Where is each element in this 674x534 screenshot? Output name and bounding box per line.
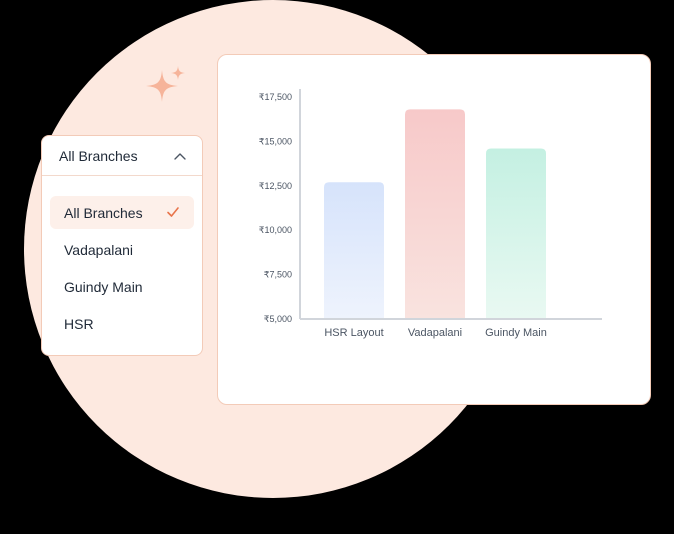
y-tick-label: ₹10,000 xyxy=(259,225,292,235)
y-tick-label: ₹5,000 xyxy=(264,314,292,324)
y-tick-label: ₹7,500 xyxy=(264,270,292,280)
branch-dropdown[interactable]: All Branches All Branches Vadapalani Gui… xyxy=(41,135,203,356)
bar xyxy=(405,109,465,318)
bar-chart: ₹17,500 ₹15,000 ₹12,500 ₹10,000 ₹7,500 ₹5,000… xyxy=(259,89,602,339)
dropdown-options: All Branches Vadapalani Guindy Main HSR xyxy=(42,196,202,344)
y-tick-label: ₹15,000 xyxy=(259,136,292,146)
y-tick-label: ₹17,500 xyxy=(259,92,292,102)
bar xyxy=(324,182,384,318)
option-hsr[interactable]: HSR xyxy=(50,307,194,340)
dropdown-toggle[interactable]: All Branches xyxy=(42,136,202,176)
chevron-up-icon xyxy=(174,152,186,160)
option-label: Vadapalani xyxy=(64,241,134,258)
option-vadapalani[interactable]: Vadapalani xyxy=(50,233,194,266)
option-label: HSR xyxy=(64,315,94,332)
dropdown-selected-label: All Branches xyxy=(59,147,138,164)
x-tick-label: HSR Layout xyxy=(324,327,383,339)
option-label: All Branches xyxy=(64,204,143,221)
bar xyxy=(486,148,546,318)
checkmark-icon xyxy=(167,207,179,217)
option-all-branches[interactable]: All Branches xyxy=(50,196,194,229)
chart-card: ₹17,500 ₹15,000 ₹12,500 ₹10,000 ₹7,500 ₹5,000… xyxy=(217,54,651,405)
option-label: Guindy Main xyxy=(64,278,143,295)
sparkle-icon xyxy=(146,66,185,102)
y-tick-label: ₹12,500 xyxy=(259,181,292,191)
x-tick-label: Vadapalani xyxy=(408,327,462,339)
x-tick-label: Guindy Main xyxy=(485,327,547,339)
option-guindy-main[interactable]: Guindy Main xyxy=(50,270,194,303)
